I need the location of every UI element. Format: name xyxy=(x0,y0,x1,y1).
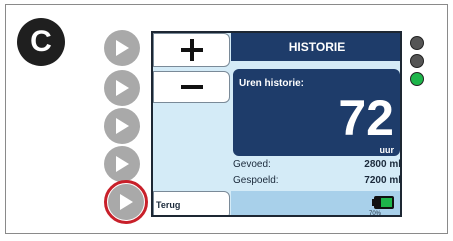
stat-value: 7200 ml xyxy=(364,175,401,186)
side-button-2[interactable] xyxy=(104,70,140,106)
side-button-4[interactable] xyxy=(104,146,140,182)
indicator-light-2 xyxy=(410,54,424,68)
play-icon xyxy=(120,194,133,210)
plus-soft-key[interactable] xyxy=(153,33,230,67)
side-button-1[interactable] xyxy=(104,30,140,66)
stat-value: 2800 ml xyxy=(364,159,401,170)
minus-icon xyxy=(180,85,203,89)
stat-label: Gevoed: xyxy=(233,159,271,170)
battery-percent: 70% xyxy=(369,211,382,217)
minus-soft-key[interactable] xyxy=(153,71,230,103)
side-button-back[interactable] xyxy=(108,184,144,220)
lcd-screen: Terug HISTORIE Uren historie: 72 uur Gev… xyxy=(151,31,402,217)
side-button-3[interactable] xyxy=(104,108,140,144)
plus-icon xyxy=(180,39,203,61)
play-icon xyxy=(116,156,129,172)
hours-value: 72 xyxy=(338,90,394,146)
back-soft-key[interactable]: Terug xyxy=(153,191,230,215)
hours-panel: Uren historie: 72 uur xyxy=(233,69,400,156)
screen-header: HISTORIE xyxy=(231,33,400,61)
hours-title: Uren historie: xyxy=(239,78,305,89)
stat-label: Gespoeld: xyxy=(233,175,279,186)
play-icon xyxy=(116,80,129,96)
hours-unit: uur xyxy=(379,145,395,155)
status-bar: 70% xyxy=(231,191,400,217)
indicator-light-1 xyxy=(410,36,424,50)
play-icon xyxy=(116,40,129,56)
back-label: Terug xyxy=(156,200,181,210)
play-icon xyxy=(116,118,129,134)
stat-row-flushed: Gespoeld: 7200 ml xyxy=(231,175,401,189)
indicator-light-3 xyxy=(410,72,424,86)
battery-icon xyxy=(372,196,394,209)
stat-row-fed: Gevoed: 2800 ml xyxy=(231,159,401,173)
step-badge: C xyxy=(17,18,65,66)
